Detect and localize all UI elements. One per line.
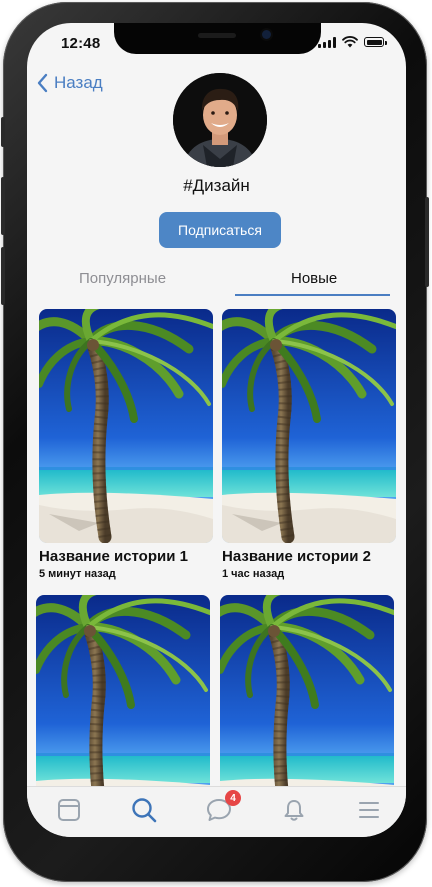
story-title: Название истории 1	[39, 548, 188, 565]
power-button	[425, 197, 429, 287]
status-time: 12:48	[61, 35, 101, 52]
messages-badge: 4	[225, 790, 241, 806]
back-button[interactable]: Назад	[37, 73, 103, 93]
notch	[114, 23, 321, 54]
story-title: Название истории 2	[222, 548, 371, 565]
wifi-icon	[342, 36, 358, 48]
mute-switch	[1, 117, 5, 147]
phone-frame: 12:48 Назад #Дизайн Подписаться Популярн…	[1, 2, 429, 882]
cellular-signal-icon	[318, 36, 336, 48]
tab-bar: Популярные Новые	[27, 270, 406, 298]
subscribe-button[interactable]: Подписаться	[159, 212, 281, 248]
messages-icon[interactable]: 4	[205, 790, 241, 824]
bottom-navigation: 4	[27, 786, 406, 837]
speaker	[198, 33, 236, 38]
battery-icon	[364, 37, 387, 47]
story-card[interactable]: Название истории 1 5 минут назад	[39, 309, 213, 580]
story-image	[222, 309, 396, 543]
tab-new[interactable]: Новые	[291, 270, 337, 287]
tab-popular[interactable]: Популярные	[79, 270, 166, 287]
menu-icon[interactable]	[355, 796, 383, 824]
page-title: #Дизайн	[183, 176, 250, 195]
back-label: Назад	[54, 73, 103, 92]
feed-icon[interactable]	[55, 796, 83, 824]
avatar	[173, 73, 267, 167]
story-image	[39, 309, 213, 543]
active-tab-indicator	[235, 294, 390, 296]
volume-up-button	[1, 177, 5, 235]
search-icon[interactable]	[130, 796, 158, 824]
screen: 12:48 Назад #Дизайн Подписаться Популярн…	[27, 23, 406, 837]
front-camera	[262, 30, 271, 39]
bell-icon[interactable]	[280, 796, 308, 824]
story-time: 5 минут назад	[39, 568, 116, 580]
story-time: 1 час назад	[222, 568, 285, 580]
chevron-left-icon	[37, 73, 48, 93]
status-icons	[318, 36, 387, 48]
story-card[interactable]: Название истории 2 1 час назад	[222, 309, 396, 580]
volume-down-button	[1, 247, 5, 305]
